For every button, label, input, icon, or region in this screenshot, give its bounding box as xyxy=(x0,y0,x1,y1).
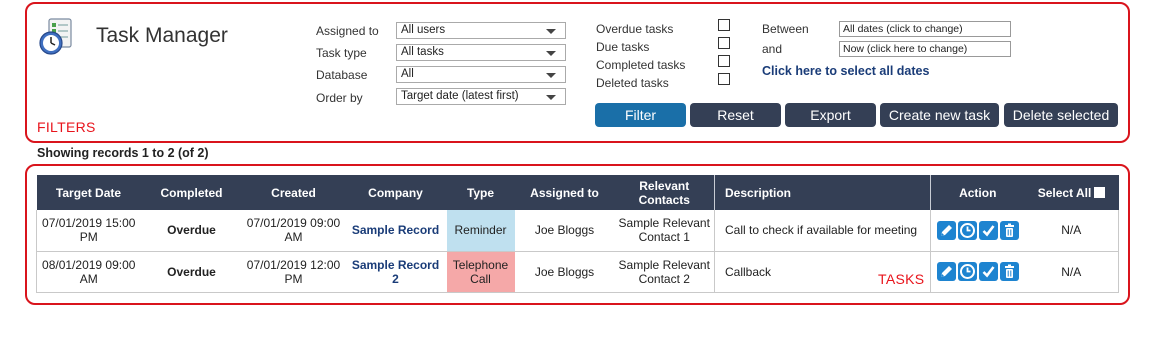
company-cell: Sample Record 2 xyxy=(344,251,447,293)
assigned-to-label: Assigned to xyxy=(316,24,379,38)
header-assigned-to[interactable]: Assigned to xyxy=(514,175,615,210)
header-type[interactable]: Type xyxy=(446,175,515,210)
overdue-tasks-checkbox[interactable] xyxy=(718,19,730,31)
task-manager-icon xyxy=(37,17,75,57)
database-label: Database xyxy=(316,68,368,82)
created-cell: 07/01/2019 12:00 PM xyxy=(242,251,345,293)
trash-icon[interactable] xyxy=(999,262,1019,281)
header-select-all: Select All xyxy=(1024,175,1119,210)
assigned-to-select[interactable]: All users xyxy=(396,22,566,39)
relevant-contacts-cell: Sample Relevant Contact 1 xyxy=(614,210,715,252)
table-row: 07/01/2019 15:00 PM Overdue 07/01/2019 0… xyxy=(36,210,1119,252)
header-completed[interactable]: Completed xyxy=(140,175,243,210)
action-cell xyxy=(930,210,1025,252)
database-select[interactable]: All xyxy=(396,66,566,83)
database-value: All xyxy=(401,68,414,80)
filter-button[interactable]: Filter xyxy=(595,103,686,127)
header-relevant-contacts[interactable]: Relevant Contacts xyxy=(614,175,715,210)
description-cell: Call to check if available for meeting xyxy=(714,210,931,252)
export-button[interactable]: Export xyxy=(785,103,876,127)
order-by-value: Target date (latest first) xyxy=(401,90,519,102)
create-new-task-button[interactable]: Create new task xyxy=(880,103,999,127)
select-all-label: Select All xyxy=(1037,185,1092,200)
task-type-label: Task type xyxy=(316,46,367,60)
company-cell: Sample Record xyxy=(344,210,447,252)
checkmark-icon[interactable] xyxy=(978,220,998,240)
task-type-select[interactable]: All tasks xyxy=(396,44,566,61)
select-cell: N/A xyxy=(1024,210,1119,252)
relevant-contacts-cell: Sample Relevant Contact 2 xyxy=(614,251,715,293)
records-count: Showing records 1 to 2 (of 2) xyxy=(37,146,209,160)
filters-annotation-label: FILTERS xyxy=(37,119,96,135)
completed-tasks-label: Completed tasks xyxy=(596,58,686,72)
assigned-to-cell: Joe Bloggs xyxy=(514,210,615,252)
due-tasks-label: Due tasks xyxy=(596,40,650,54)
chevron-down-icon xyxy=(546,51,556,56)
and-date-field[interactable]: Now (click here to change) xyxy=(839,41,1011,57)
deleted-tasks-label: Deleted tasks xyxy=(596,76,669,90)
order-by-label: Order by xyxy=(316,91,363,105)
chevron-down-icon xyxy=(546,95,556,100)
company-link[interactable]: Sample Record xyxy=(352,223,439,237)
completed-status-cell: Overdue xyxy=(140,210,243,252)
header-action: Action xyxy=(930,175,1025,210)
between-date-field[interactable]: All dates (click to change) xyxy=(839,21,1011,37)
chevron-down-icon xyxy=(546,73,556,78)
edit-icon[interactable] xyxy=(936,262,956,281)
order-by-select[interactable]: Target date (latest first) xyxy=(396,88,566,105)
clock-icon[interactable] xyxy=(957,220,977,240)
target-date-cell: 08/01/2019 09:00 AM xyxy=(36,251,141,293)
assigned-to-value: All users xyxy=(401,24,446,36)
description-cell: Callback xyxy=(714,251,931,293)
company-link[interactable]: Sample Record 2 xyxy=(352,258,439,286)
checkmark-icon[interactable] xyxy=(978,262,998,281)
action-cell xyxy=(930,251,1025,293)
trash-icon[interactable] xyxy=(999,220,1019,240)
deleted-tasks-checkbox[interactable] xyxy=(718,73,730,85)
header-target-date[interactable]: Target Date xyxy=(36,175,141,210)
between-label: Between xyxy=(762,22,809,36)
target-date-cell: 07/01/2019 15:00 PM xyxy=(36,210,141,252)
type-cell: Reminder xyxy=(446,210,515,252)
completed-tasks-checkbox[interactable] xyxy=(718,55,730,67)
assigned-to-cell: Joe Bloggs xyxy=(514,251,615,293)
header-description[interactable]: Description xyxy=(714,175,931,210)
task-type-value: All tasks xyxy=(401,46,444,58)
and-label: and xyxy=(762,42,783,56)
completed-status-cell: Overdue xyxy=(140,251,243,293)
delete-selected-button[interactable]: Delete selected xyxy=(1004,103,1118,127)
header-created[interactable]: Created xyxy=(242,175,345,210)
select-cell: N/A xyxy=(1024,251,1119,293)
tasks-table: Target Date Completed Created Company Ty… xyxy=(36,175,1119,293)
reset-button[interactable]: Reset xyxy=(690,103,781,127)
select-all-checkbox[interactable] xyxy=(1094,186,1106,198)
table-header-row: Target Date Completed Created Company Ty… xyxy=(36,175,1119,210)
clock-icon[interactable] xyxy=(957,262,977,281)
select-all-dates-link[interactable]: Click here to select all dates xyxy=(762,64,929,78)
edit-icon[interactable] xyxy=(936,220,956,240)
overdue-tasks-label: Overdue tasks xyxy=(596,22,674,36)
page-title: Task Manager xyxy=(96,24,228,47)
chevron-down-icon xyxy=(546,29,556,34)
due-tasks-checkbox[interactable] xyxy=(718,37,730,49)
created-cell: 07/01/2019 09:00 AM xyxy=(242,210,345,252)
table-row: 08/01/2019 09:00 AM Overdue 07/01/2019 1… xyxy=(36,251,1119,293)
header-company[interactable]: Company xyxy=(344,175,447,210)
type-cell: Telephone Call xyxy=(446,251,515,293)
